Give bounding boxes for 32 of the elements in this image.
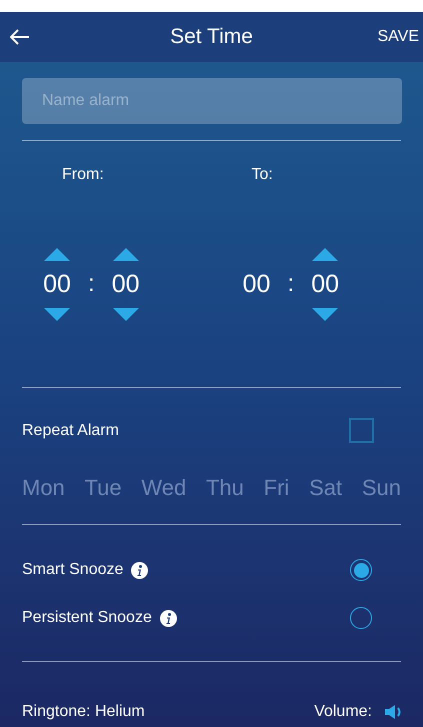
back-icon[interactable] — [10, 29, 30, 45]
time-label: From: — [62, 165, 105, 185]
info-icon[interactable] — [131, 562, 148, 578]
time-spinner[interactable]: 00 — [40, 247, 74, 321]
time-value[interactable]: 00 — [43, 269, 71, 299]
down-arrow-icon[interactable] — [44, 308, 70, 320]
up-arrow-icon[interactable] — [312, 248, 338, 260]
snooze-label: Smart Snooze — [22, 560, 124, 580]
time-value[interactable]: 00 — [311, 269, 340, 299]
info-icon[interactable] — [160, 610, 177, 626]
down-arrow-icon[interactable] — [312, 308, 338, 320]
speaker-icon[interactable] — [384, 704, 401, 720]
volume-label: Volume: — [314, 702, 372, 722]
screen-title: Set Time — [170, 24, 253, 50]
repeat-checkbox[interactable] — [349, 418, 374, 443]
save-button[interactable]: SAVE — [378, 25, 419, 49]
down-arrow-icon[interactable] — [112, 308, 139, 320]
repeat-alarm-label: Repeat Alarm — [22, 420, 119, 440]
time-spinner[interactable]: 00 — [240, 247, 274, 321]
radio-button[interactable] — [350, 559, 372, 581]
time-spinner[interactable]: 00 — [108, 247, 143, 321]
snooze-label: Persistent Snooze — [22, 608, 152, 628]
up-arrow-icon[interactable] — [44, 248, 70, 260]
time-spinner[interactable]: 00 — [308, 247, 342, 321]
time-separator: : — [288, 269, 294, 299]
time-separator: : — [88, 269, 95, 299]
radio-button[interactable] — [350, 607, 372, 629]
ringtone-label[interactable]: Ringtone: Helium — [22, 700, 145, 724]
time-label: To: — [252, 165, 274, 185]
time-value[interactable]: 00 — [112, 269, 140, 299]
up-arrow-icon[interactable] — [112, 248, 139, 260]
time-value[interactable]: 00 — [242, 269, 270, 299]
